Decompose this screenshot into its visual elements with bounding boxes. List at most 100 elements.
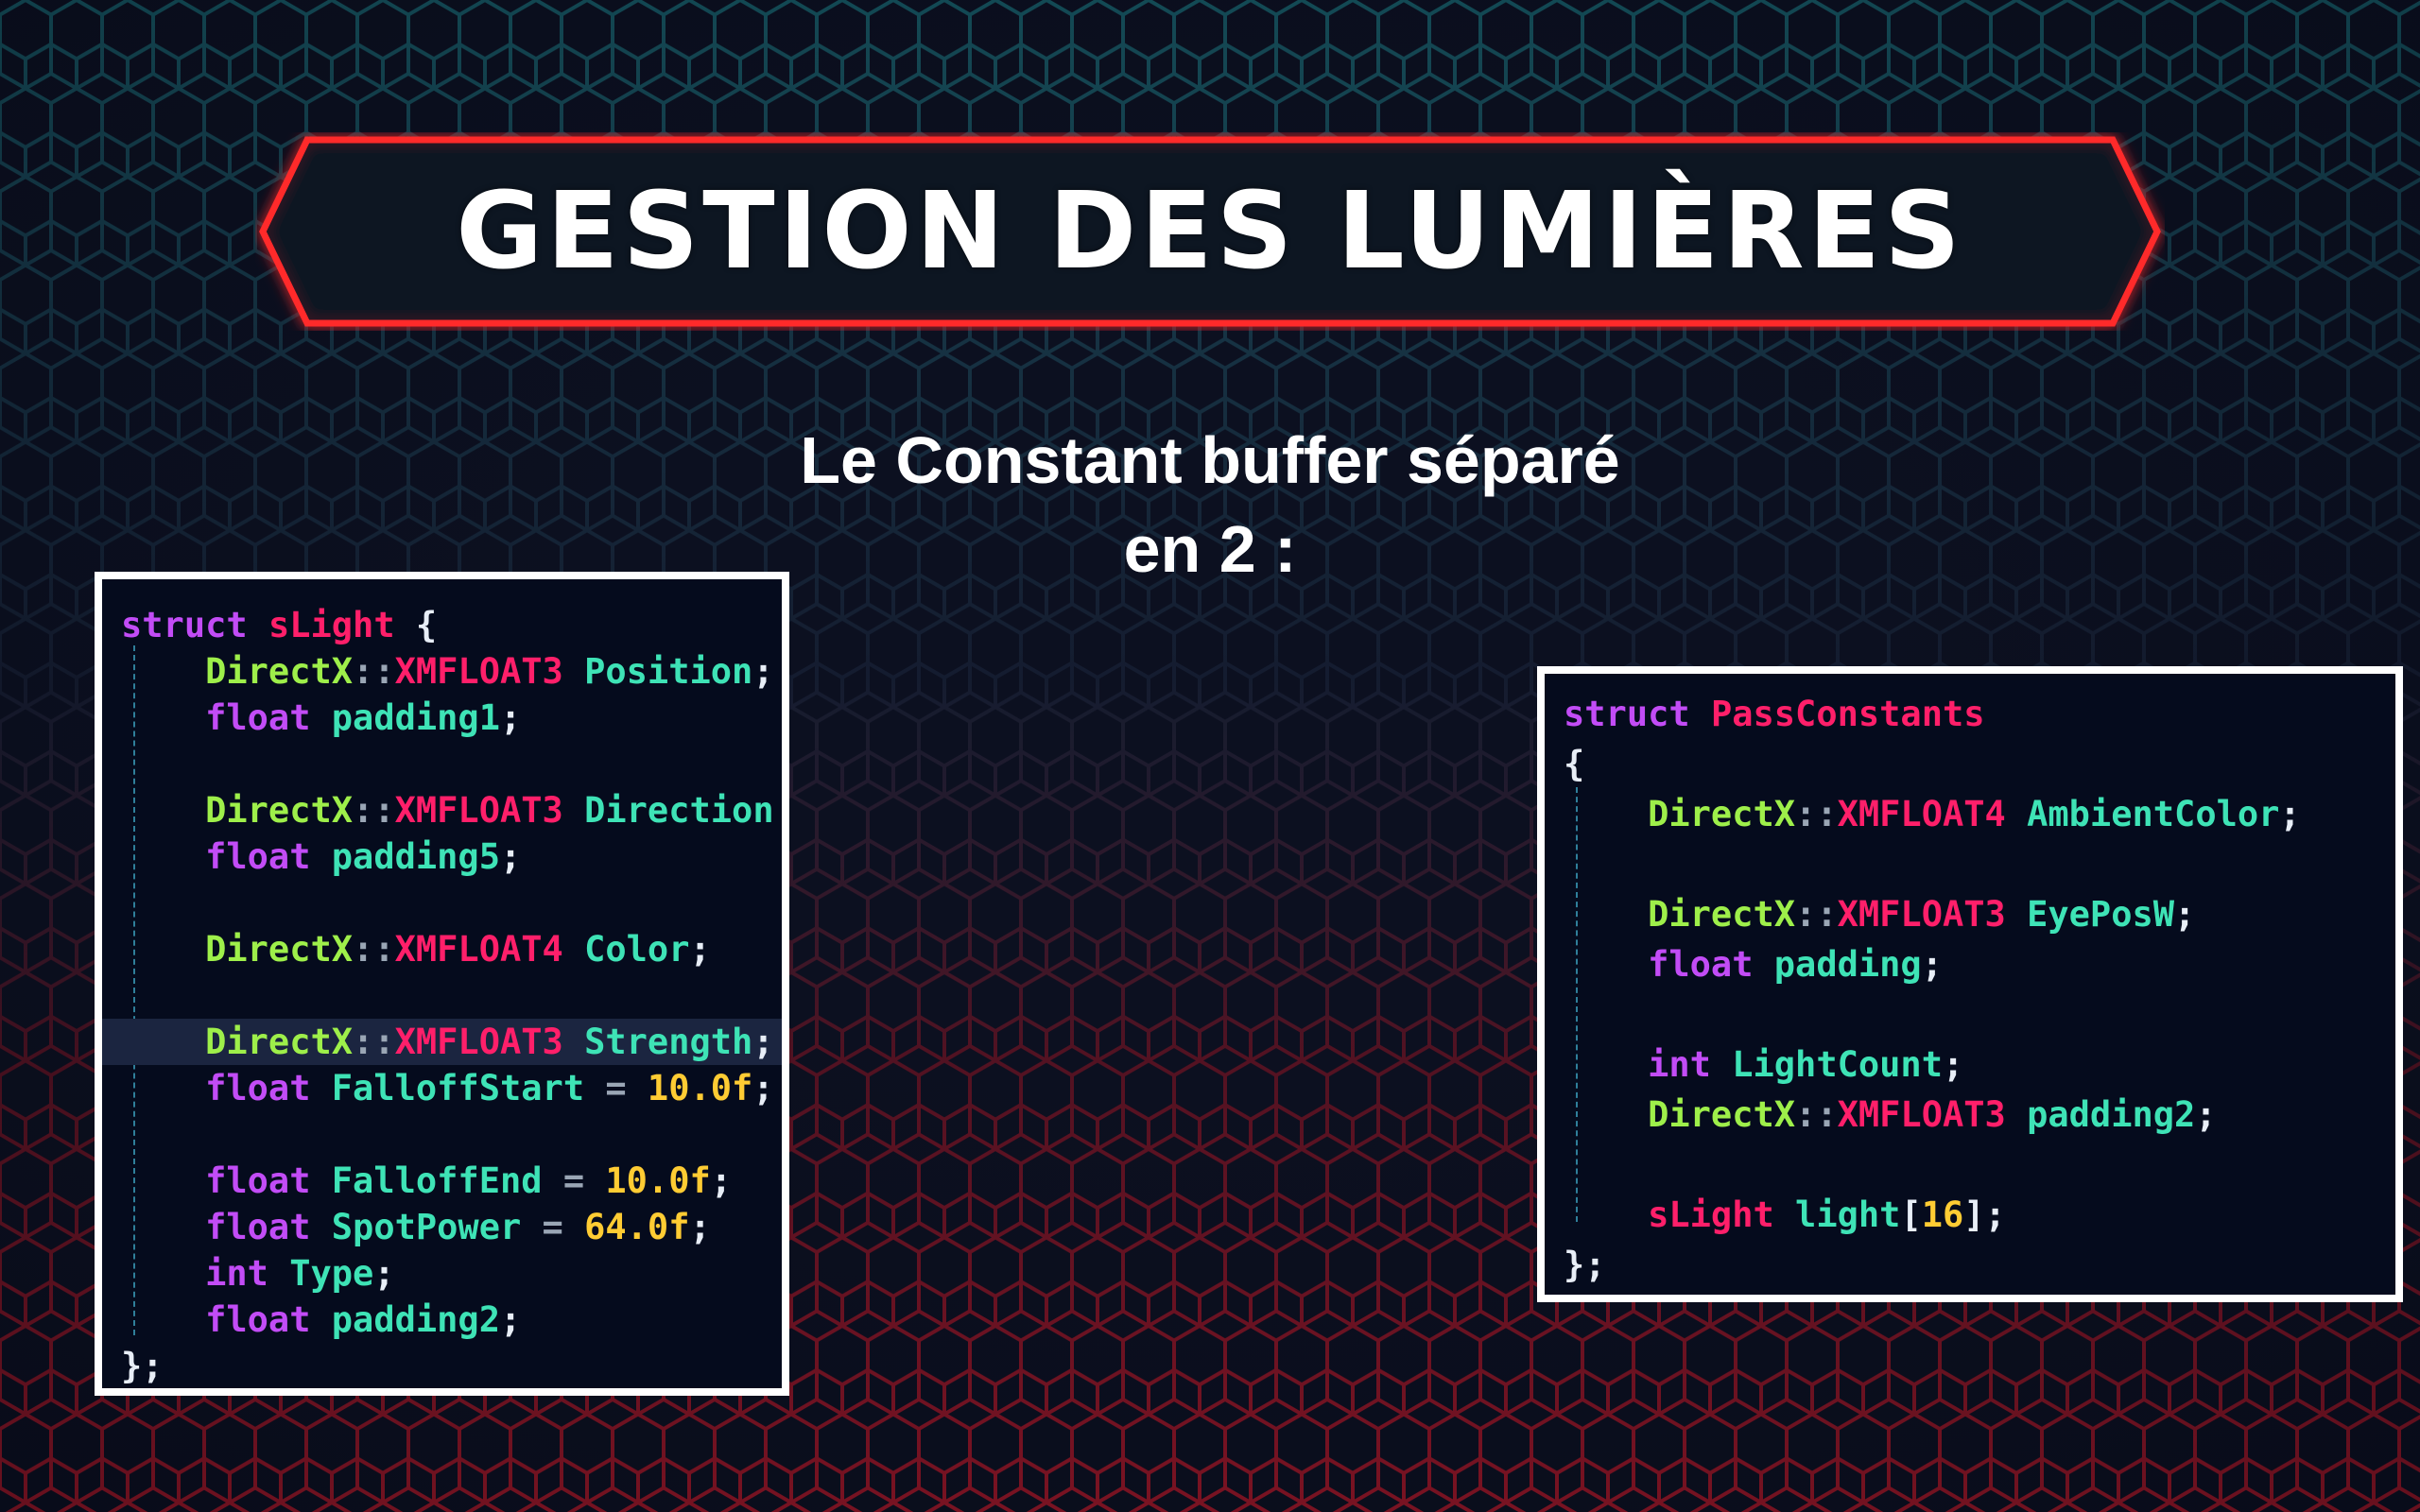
code-token: 16 [1921,1194,1964,1235]
code-token: LightCount [1732,1044,1943,1085]
code-token: :: [353,651,395,692]
code-token: :: [1795,894,1838,935]
code-token: 10.0f [605,1160,711,1201]
code-token: float [1648,944,1754,985]
code-token: ; [752,651,774,692]
code-line: DirectX::XMFLOAT3 Strength; [102,1019,782,1065]
code-token: DirectX [1648,794,1796,834]
code-token: ; [752,1068,774,1108]
code-panel-passconstants: struct PassConstants{ DirectX::XMFLOAT4 … [1537,666,2403,1302]
code-token: }; [1564,1245,1606,1285]
code-token: ; [373,1253,395,1294]
slide-title: GESTION DES LUMIÈRES [456,170,1964,293]
code-line: float SpotPower = 64.0f; [102,1204,782,1250]
code-line: }; [102,1343,782,1388]
code-token: FalloffEnd [331,1160,543,1201]
code-token: SpotPower [331,1207,522,1247]
code-token: XMFLOAT3 [394,651,563,692]
code-line: struct sLight { [102,602,782,648]
code-token: ; [1921,944,1943,985]
code-token: padding1 [331,697,500,738]
code-token: :: [353,790,395,831]
code-token: float [205,697,311,738]
code-line: struct PassConstants [1545,689,2395,739]
code-token: ; [500,836,522,877]
code-token: :: [1795,794,1838,834]
code-token: DirectX [205,651,354,692]
code-token: padding2 [2027,1094,2196,1135]
code-token: float [205,1160,311,1201]
code-line: DirectX::XMFLOAT3 Position; [102,648,782,695]
code-token: float [205,1207,311,1247]
code-token: ; [710,1160,733,1201]
code-token: = [521,1207,585,1247]
code-token: int [205,1253,268,1294]
subtitle-line-1: Le Constant buffer séparé [800,423,1620,497]
code-line: float padding1; [102,695,782,741]
code-token: XMFLOAT4 [394,929,563,970]
code-token: PassConstants [1710,694,1985,734]
code-line: }; [1545,1240,2395,1290]
code-line: float FalloffStart = 10.0f; [102,1065,782,1111]
code-token: ; [752,1022,774,1062]
code-line: float padding; [1545,939,2395,989]
code-token: = [542,1160,606,1201]
code-token: ; [2195,1094,2217,1135]
code-token: AmbientColor [2027,794,2280,834]
code-token: FalloffStart [331,1068,585,1108]
code-token: Position [584,651,753,692]
code-token: ; [1942,1044,1964,1085]
code-token: XMFLOAT4 [1837,794,2006,834]
code-token: XMFLOAT3 [394,1022,563,1062]
code-token: struct [121,605,248,645]
code-line: DirectX::XMFLOAT3 Direction [102,787,782,833]
code-token: float [205,836,311,877]
code-line: DirectX::XMFLOAT3 padding2; [1545,1090,2395,1140]
code-token: XMFLOAT3 [1837,1094,2006,1135]
code-token: sLight [268,605,395,645]
code-token: XMFLOAT3 [394,790,563,831]
code-token: :: [353,1022,395,1062]
code-token: DirectX [205,790,354,831]
code-line: float padding2; [102,1297,782,1343]
code-line: DirectX::XMFLOAT4 Color; [102,926,782,972]
code-token: padding [1773,944,1922,985]
code-token: :: [353,929,395,970]
code-line: int Type; [102,1250,782,1297]
code-token: { [1564,744,1585,784]
code-token: struct [1564,694,1690,734]
code-token: DirectX [205,929,354,970]
code-token: = [584,1068,648,1108]
code-token: DirectX [1648,1094,1796,1135]
code-token: light [1795,1194,1901,1235]
code-token: { [415,605,438,645]
code-token: ; [689,929,711,970]
code-line: float FalloffEnd = 10.0f; [102,1158,782,1204]
